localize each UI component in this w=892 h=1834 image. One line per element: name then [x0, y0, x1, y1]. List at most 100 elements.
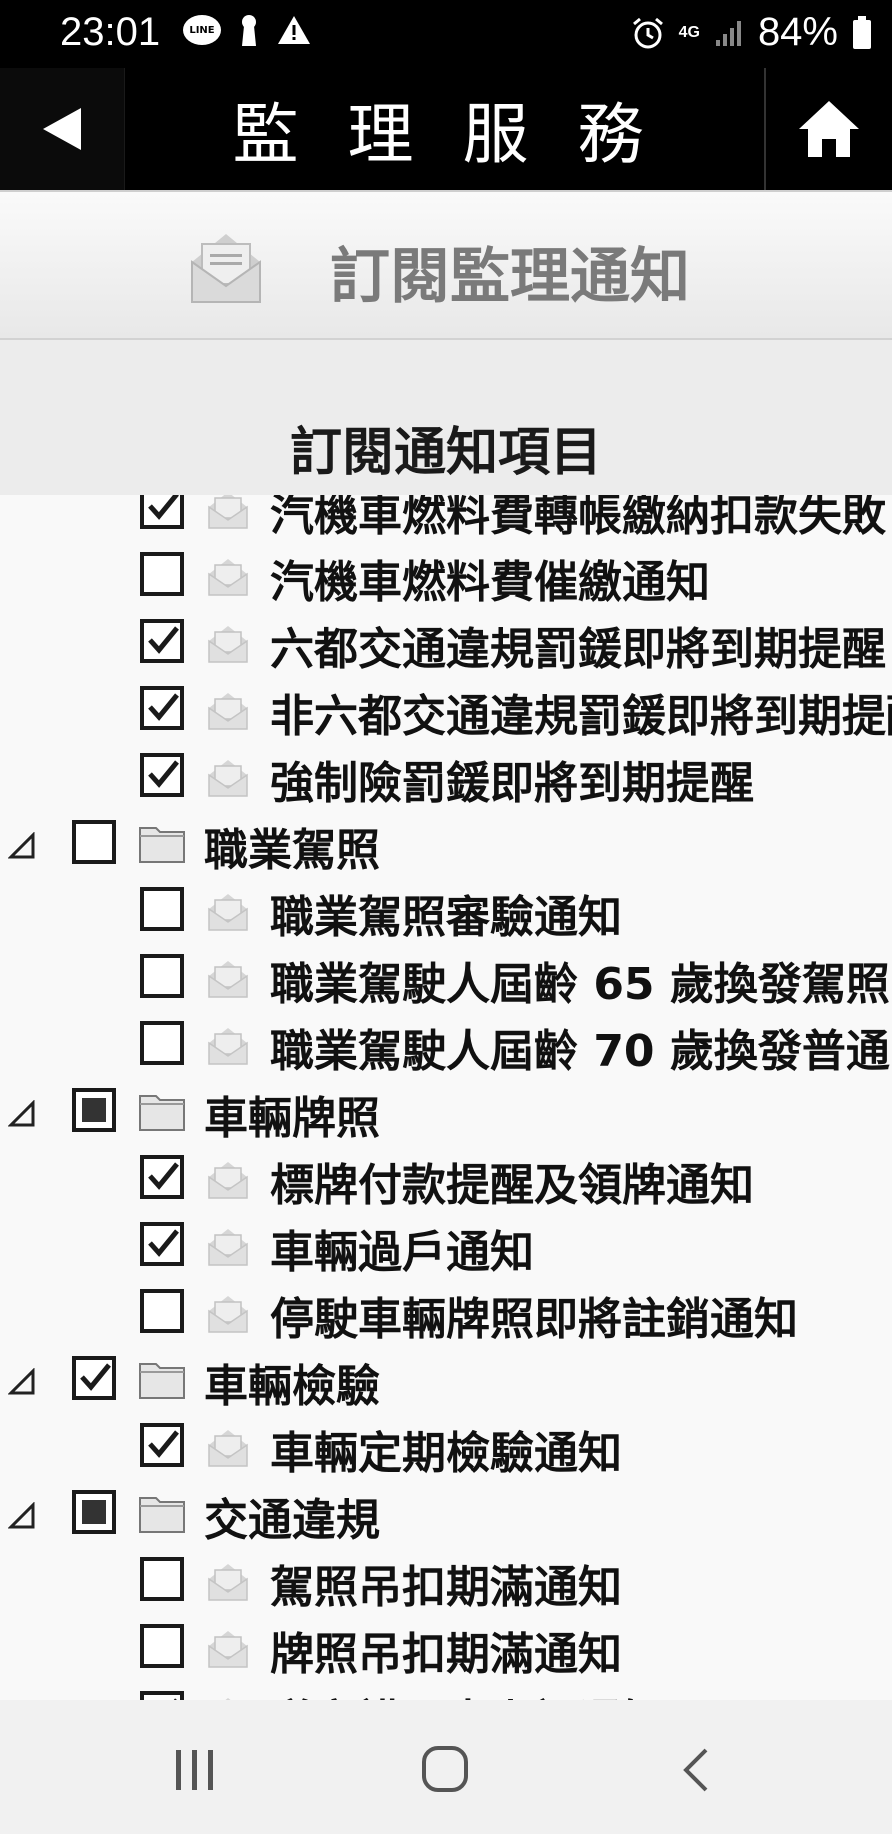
checkbox[interactable]: [140, 887, 184, 931]
expand-triangle-icon[interactable]: [8, 1100, 36, 1128]
tree-item-label: 職業駕駛人屆齡 65 歲換發駕照: [270, 959, 890, 1010]
tree-item[interactable]: 職業駕駛人屆齡 65 歲換發駕照: [0, 946, 892, 1013]
subscribe-title: 訂閱監理通知: [330, 242, 690, 312]
status-bar: 23:01 LINE 4G 84%: [0, 0, 892, 68]
checkbox[interactable]: [140, 1021, 184, 1065]
signal-icon: [715, 20, 741, 46]
tree-item-label: 牌照吊扣期滿通知: [270, 1629, 622, 1680]
expand-triangle-icon[interactable]: [8, 832, 36, 860]
envelope-icon: [208, 1028, 248, 1065]
envelope-icon: [208, 1564, 248, 1601]
tree-item[interactable]: 職業駕照審驗通知: [0, 879, 892, 946]
checkbox[interactable]: [140, 686, 184, 730]
tree-item-label: 車輛定期檢驗通知: [270, 1428, 622, 1479]
checkbox[interactable]: [140, 495, 184, 529]
tree-item-label: 停駛車輛牌照即將註銷通知: [270, 1294, 798, 1345]
envelope-icon: [208, 1430, 248, 1467]
checkbox[interactable]: [140, 1423, 184, 1467]
envelope-icon: [208, 1229, 248, 1266]
tree-item[interactable]: 六都交通違規罰鍰即將到期提醒: [0, 611, 892, 678]
checkmark-icon: [148, 693, 179, 721]
envelope-icon: [208, 760, 248, 797]
title-bar: 監 理 服 務: [0, 68, 892, 190]
system-nav-bar: [0, 1700, 892, 1834]
tree-category[interactable]: 交通違規: [0, 1482, 892, 1549]
tree-item-label: 駕照吊扣期滿通知: [270, 1562, 622, 1613]
line-icon: LINE: [183, 15, 221, 45]
envelope-icon: [208, 559, 248, 596]
tree-item[interactable]: 汽機車燃料費催繳通知: [0, 544, 892, 611]
notification-tree[interactable]: 汽機車燃料費轉帳繳納扣款失敗 汽機車燃料費催繳通知六都交通違規罰鍰即將到期提醒 非六…: [0, 495, 892, 1700]
tree-item-label: 六都交通違規罰鍰即將到期提醒: [270, 624, 886, 675]
checkbox[interactable]: [140, 1624, 184, 1668]
expand-triangle-icon[interactable]: [8, 1502, 36, 1530]
folder-icon: [139, 1095, 185, 1131]
checkmark-icon: [148, 1229, 179, 1257]
tree-item-label: 交通違規: [204, 1495, 380, 1546]
tree-category[interactable]: 車輛檢驗: [0, 1348, 892, 1415]
tree-item[interactable]: 汽機車燃料費轉帳繳納扣款失敗: [0, 495, 892, 544]
checkbox[interactable]: [140, 753, 184, 797]
checkbox[interactable]: [140, 619, 184, 663]
checkbox[interactable]: [140, 1289, 184, 1333]
checkmark-icon: [148, 760, 179, 788]
tree-item[interactable]: 標牌付款提醒及領牌通知: [0, 1147, 892, 1214]
back-chevron-icon[interactable]: [680, 1746, 710, 1794]
tree-item[interactable]: 駕照吊扣期滿通知: [0, 1549, 892, 1616]
tree-item-label: 道安講習未上課通知: [270, 1685, 666, 1700]
tree-item-label: 車輛檢驗: [204, 1361, 380, 1412]
home-button[interactable]: [764, 68, 892, 190]
tree-item[interactable]: 強制險罰鍰即將到期提醒: [0, 745, 892, 812]
battery-percent: 84%: [757, 10, 838, 54]
checkbox[interactable]: [140, 1155, 184, 1199]
tree-item[interactable]: 非六都交通違規罰鍰即將到期提醒: [0, 678, 892, 745]
network-4g-icon: 4G: [678, 23, 700, 41]
checkbox[interactable]: [72, 1490, 116, 1534]
tree-category[interactable]: 職業駕照: [0, 812, 892, 879]
folder-icon: [139, 827, 185, 863]
tree-item[interactable]: 車輛定期檢驗通知: [0, 1415, 892, 1482]
expand-triangle-icon[interactable]: [8, 1368, 36, 1396]
tree-item-label: 職業駕照審驗通知: [270, 892, 622, 943]
tree-item-label: 職業駕照: [204, 825, 380, 876]
section-header: 訂閱通知項目: [0, 340, 892, 496]
folder-icon: [139, 1497, 185, 1533]
tree-item[interactable]: 車輛過戶通知: [0, 1214, 892, 1281]
checkbox[interactable]: [72, 1356, 116, 1400]
envelope-icon: [208, 961, 248, 998]
checkmark-icon: [148, 495, 179, 520]
recent-apps-icon[interactable]: [172, 1748, 218, 1792]
checkbox[interactable]: [72, 1088, 116, 1132]
subscribe-header[interactable]: 訂閱監理通知: [0, 190, 892, 340]
envelope-icon: [208, 495, 248, 529]
battery-icon: [853, 15, 871, 49]
home-icon: [799, 101, 859, 157]
tree-item-label: 車輛過戶通知: [270, 1227, 534, 1278]
envelope-icon: [225, 1698, 231, 1700]
checkmark-icon: [148, 1430, 179, 1458]
home-circle-icon[interactable]: [420, 1744, 470, 1794]
tree-item[interactable]: 職業駕駛人屆齡 70 歲換發普通: [0, 1013, 892, 1080]
envelope-icon: [208, 1296, 248, 1333]
status-time: 23:01: [60, 10, 161, 54]
status-right-icons: 4G 84%: [631, 10, 872, 55]
back-button[interactable]: [0, 68, 125, 190]
checkbox[interactable]: [140, 954, 184, 998]
tree-item[interactable]: 牌照吊扣期滿通知: [0, 1616, 892, 1683]
checkbox[interactable]: [72, 820, 116, 864]
checkbox[interactable]: [140, 1691, 184, 1700]
tree-item[interactable]: 道安講習未上課通知: [0, 1683, 892, 1700]
envelope-icon: [208, 1162, 248, 1199]
section-title: 訂閱通知項目: [289, 423, 602, 483]
tree-category[interactable]: 車輛牌照: [0, 1080, 892, 1147]
checkbox[interactable]: [140, 552, 184, 596]
tree-item[interactable]: 停駛車輛牌照即將註銷通知: [0, 1281, 892, 1348]
keyhole-icon: [242, 15, 256, 46]
envelope-icon: [191, 234, 261, 303]
tree-item-label: 車輛牌照: [204, 1093, 380, 1144]
checkbox[interactable]: [140, 1222, 184, 1266]
envelope-icon: [208, 626, 248, 663]
envelope-icon: [208, 894, 248, 931]
checkbox[interactable]: [140, 1557, 184, 1601]
tree-item-label: 職業駕駛人屆齡 70 歲換發普通: [270, 1026, 890, 1077]
